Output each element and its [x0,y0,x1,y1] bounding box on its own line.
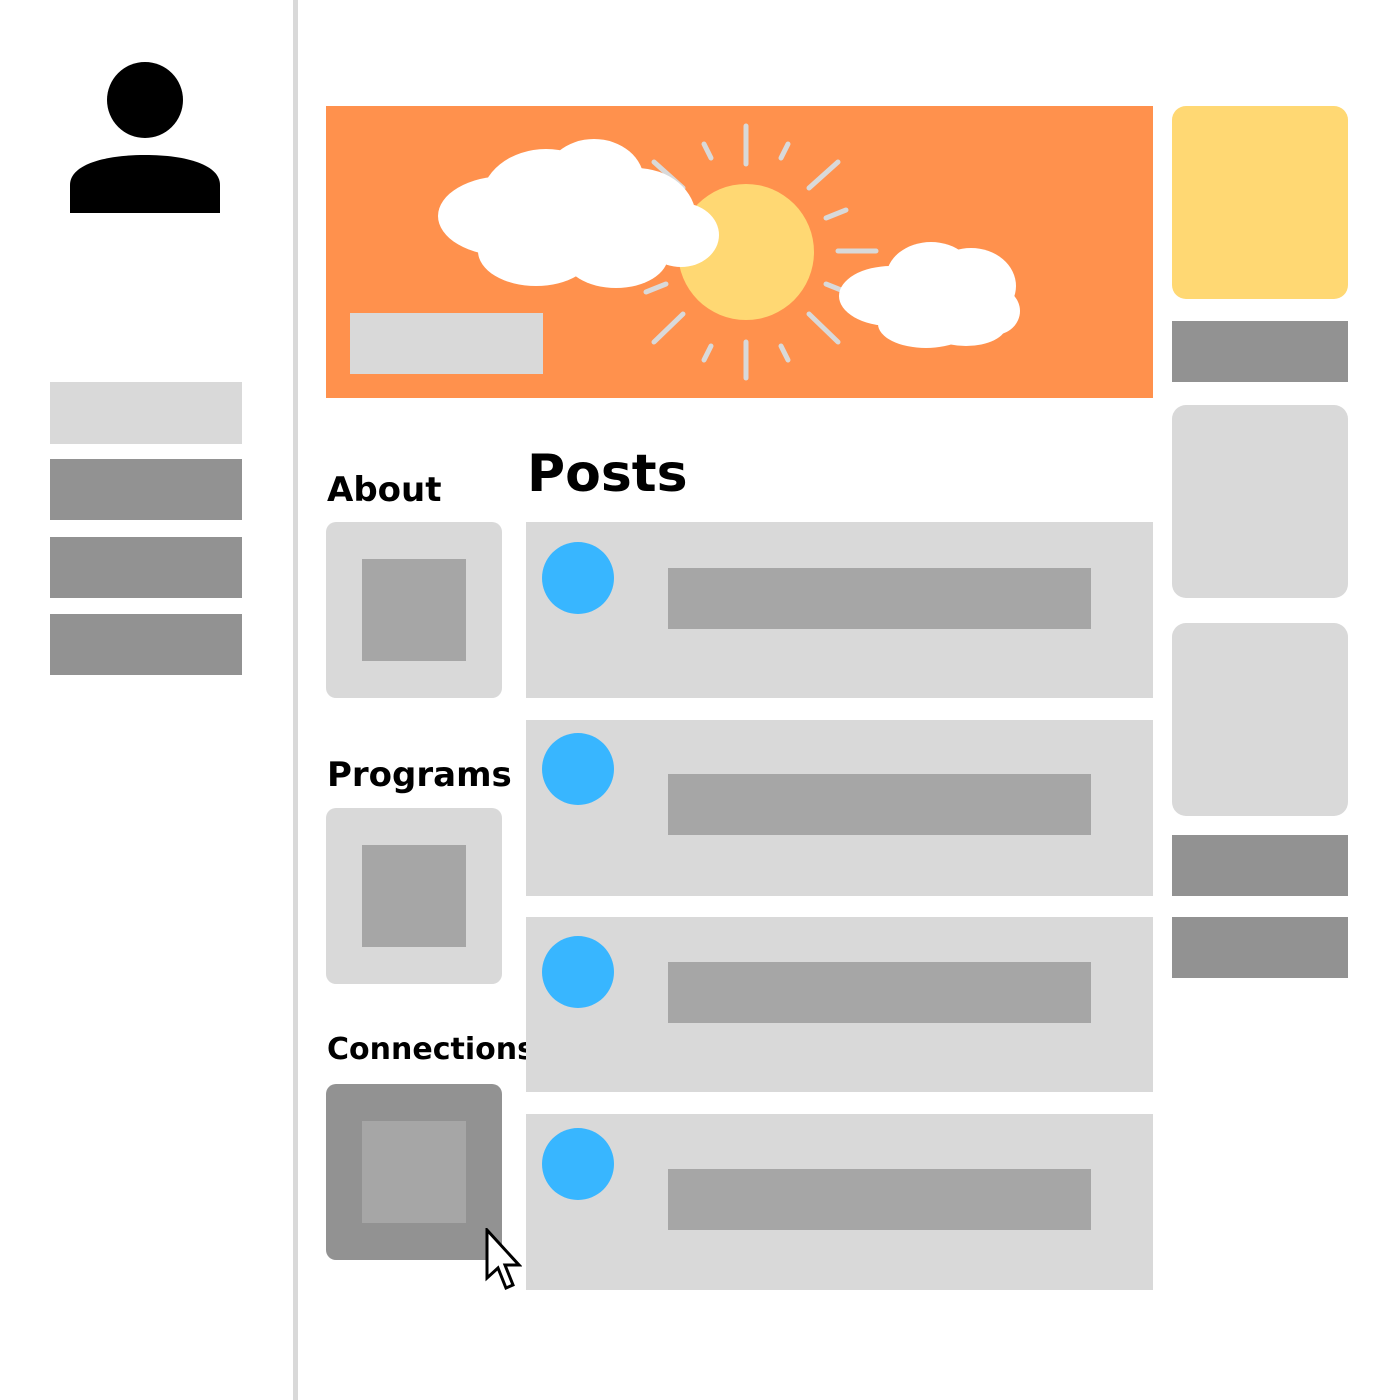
sidebar-divider [293,0,298,1400]
banner-placeholder [350,313,543,374]
programs-heading: Programs [327,755,512,795]
profile-avatar[interactable] [68,60,222,215]
cover-banner [326,106,1153,398]
connections-heading: Connections [327,1032,535,1067]
posts-heading: Posts [527,444,688,504]
post-avatar[interactable] [542,733,614,805]
post-text-placeholder [668,774,1091,835]
connections-card[interactable] [326,1084,502,1260]
post-avatar[interactable] [542,936,614,1008]
right-widget-highlight[interactable] [1172,106,1348,299]
right-bar-2[interactable] [1172,835,1348,896]
user-icon [70,62,220,213]
post-text-placeholder [668,1169,1091,1230]
about-heading: About [327,470,442,510]
sidebar-item-4[interactable] [50,614,242,675]
connections-card-thumbnail [362,1121,466,1223]
post-card-3[interactable] [526,917,1153,1092]
post-text-placeholder [668,962,1091,1023]
post-card-1[interactable] [526,522,1153,698]
programs-card[interactable] [326,808,502,984]
programs-card-thumbnail [362,845,466,947]
right-bar-3[interactable] [1172,917,1348,978]
right-widget-1[interactable] [1172,405,1348,598]
sidebar-item-1[interactable] [50,382,242,444]
about-card-thumbnail [362,559,466,661]
sidebar-item-3[interactable] [50,537,242,598]
post-text-placeholder [668,568,1091,629]
post-avatar[interactable] [542,542,614,614]
sidebar-item-2[interactable] [50,459,242,520]
right-bar-1[interactable] [1172,321,1348,382]
post-card-2[interactable] [526,720,1153,896]
cloud-small-icon [839,242,1020,348]
post-card-4[interactable] [526,1114,1153,1290]
post-avatar[interactable] [542,1128,614,1200]
cloud-large-icon [438,139,719,288]
right-widget-2[interactable] [1172,623,1348,816]
mouse-pointer-icon [484,1226,523,1292]
about-card[interactable] [326,522,502,698]
